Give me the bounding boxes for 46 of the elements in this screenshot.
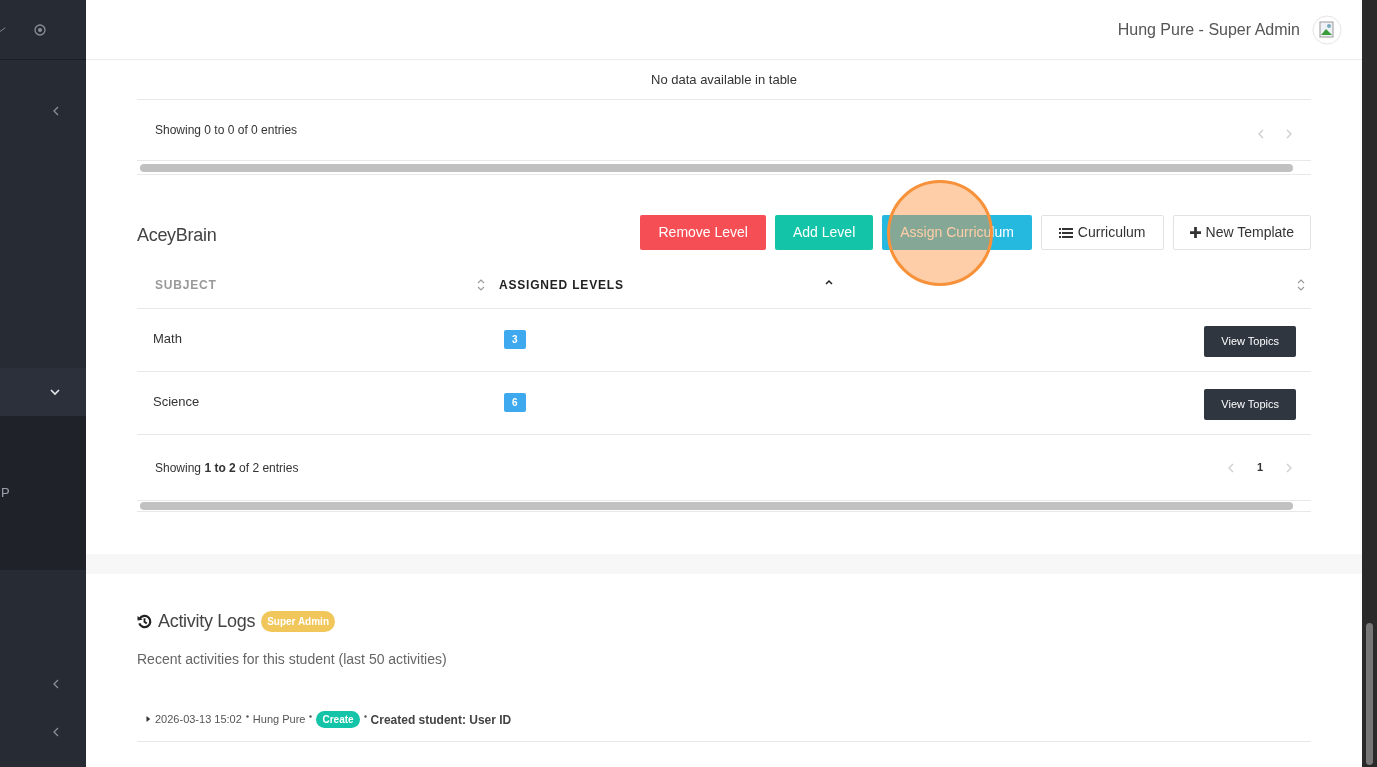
user-name: Hung Pure - Super Admin — [1117, 19, 1300, 40]
table-info: Showing 0 to 0 of 0 entries — [155, 122, 298, 139]
log-user: Hung Pure — [252, 712, 306, 727]
scrollbar-thumb[interactable] — [1366, 623, 1373, 765]
empty-message: No data available in table — [651, 70, 797, 89]
table-cell: Science — [153, 394, 200, 409]
column-header[interactable]: ASSIGNED LEVELS — [499, 276, 624, 294]
table-cell: Math — [153, 331, 182, 346]
previous-page-icon[interactable] — [1226, 462, 1235, 473]
sort-icon[interactable] — [477, 279, 485, 291]
history-icon — [137, 614, 152, 629]
page-link[interactable]: 1 — [1256, 459, 1263, 476]
section-subtitle: Recent activities for this student (last 50 activities) — [137, 650, 448, 669]
sidebar-item[interactable]: P — [1, 483, 10, 503]
plus-icon — [1189, 227, 1201, 238]
curriculum-button[interactable]: Curriculum — [1040, 215, 1164, 250]
section-title: AceyBrain — [137, 224, 217, 247]
new-template-button[interactable]: New Template — [1172, 215, 1311, 250]
next-page-icon[interactable] — [1285, 129, 1293, 139]
level-badge: 6 — [504, 393, 526, 412]
view-topics-button[interactable]: View Topics — [1204, 388, 1296, 420]
broken-image-icon — [1312, 14, 1342, 45]
bullet-icon — [363, 715, 367, 718]
table-info: Showing 1 to 2 of 2 entries — [155, 459, 299, 477]
sort-ascending-icon[interactable] — [825, 279, 833, 285]
sort-icon[interactable] — [1297, 279, 1305, 291]
chevron-left-icon[interactable] — [52, 106, 60, 116]
scrollbar-thumb[interactable] — [140, 163, 1293, 172]
chevron-down-icon[interactable] — [50, 388, 60, 396]
scrollbar-thumb[interactable] — [140, 502, 1293, 510]
chevron-left-icon[interactable] — [52, 679, 60, 689]
log-time: 2026-03-13 15:02 — [155, 712, 242, 727]
view-topics-button[interactable]: View Topics — [1204, 325, 1296, 357]
caret-right-icon[interactable] — [145, 715, 151, 723]
chevron-left-icon[interactable] — [52, 727, 60, 737]
list-icon — [1058, 226, 1073, 239]
next-page-icon[interactable] — [1285, 462, 1293, 473]
target-icon[interactable] — [34, 23, 46, 36]
previous-page-icon[interactable] — [1257, 129, 1265, 139]
log-description: Created student: User ID — [370, 712, 512, 729]
role-badge: Super Admin — [261, 611, 335, 632]
action-badge: Create — [316, 711, 360, 728]
level-badge: 3 — [504, 330, 526, 349]
bullet-icon — [245, 715, 249, 718]
section-title: Activity Logs — [158, 610, 256, 633]
bullet-icon — [309, 715, 313, 718]
